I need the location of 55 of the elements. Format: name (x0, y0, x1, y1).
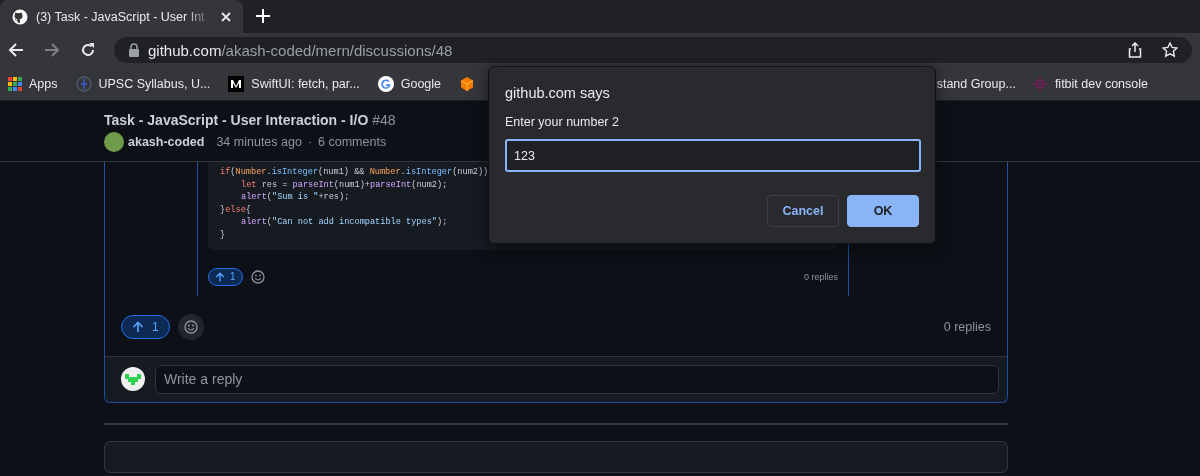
code-line: if(Number.isInteger(num1) && Number.isInteger(num2)) (220, 166, 489, 179)
bookmark-item[interactable]: UPSC Syllabus, U... (75, 75, 211, 92)
prompt-input[interactable]: 123 (505, 139, 921, 172)
reply-count[interactable]: 0 replies (943, 319, 991, 334)
identicon-avatar (121, 367, 145, 392)
code-line: let res = parseInt(num1)+parseInt(num2); (241, 178, 448, 192)
discussion-title: Task - JavaScript - User Interaction - I/O #48 (104, 112, 396, 128)
new-tab-icon[interactable] (256, 9, 270, 23)
lock-icon (128, 43, 140, 57)
reply-count[interactable]: 0 replies (803, 271, 838, 282)
letter-m-icon (228, 75, 245, 92)
close-icon[interactable] (220, 10, 232, 23)
back-arrow-icon[interactable] (8, 42, 24, 58)
bookmark-item[interactable]: SwiftUI: fetch, par... (228, 75, 360, 92)
dialog-message: Enter your number 2 (505, 115, 620, 129)
dots-icon (1031, 75, 1048, 92)
emoji-button[interactable] (177, 313, 204, 340)
reply-field[interactable]: Write a reply (155, 364, 999, 394)
comment-count: 6 comments (318, 135, 387, 149)
up-arrow-icon (215, 271, 225, 282)
url-text: github.com/akash-coded/mern/discussions/48 (148, 41, 453, 59)
github-logo-icon (12, 8, 28, 25)
up-arrow-icon (132, 320, 144, 333)
code-line: } (220, 228, 226, 242)
grid-icon (8, 76, 22, 91)
tab-title: (3) Task - JavaScript - User Int (36, 9, 206, 24)
reload-icon[interactable] (80, 42, 96, 58)
dialog-title: github.com says (505, 85, 611, 101)
cube-icon (459, 75, 476, 92)
bookmark-item[interactable]: Google (377, 75, 442, 92)
forward-arrow-icon[interactable] (44, 42, 60, 58)
bookmark-item[interactable]: Apps (8, 76, 58, 91)
emoji-button[interactable] (248, 267, 267, 286)
star-icon[interactable] (1162, 42, 1178, 58)
author-link[interactable]: akash-coded (128, 135, 205, 149)
bookmark-item[interactable]: stand Group... (936, 75, 1016, 92)
separator-dot: · (307, 135, 313, 149)
upvote-button[interactable]: 1 (121, 314, 170, 339)
g-logo-icon (377, 75, 394, 92)
emblem-icon (75, 75, 92, 92)
timestamp: 34 minutes ago (216, 135, 302, 149)
upvote-button[interactable]: 1 (208, 267, 243, 286)
share-icon[interactable] (1128, 42, 1142, 58)
smiley-icon (250, 269, 265, 284)
code-line: }else{ (220, 203, 251, 217)
avatar[interactable] (104, 132, 124, 152)
browser-tab[interactable]: (3) Task - JavaScript - User Int (0, 0, 243, 33)
bookmark-item[interactable] (459, 75, 476, 92)
smiley-icon (183, 319, 198, 334)
bookmark-item[interactable]: fitbit dev console (1031, 75, 1148, 92)
code-line: alert("Can not add incompatible types"); (241, 216, 448, 229)
ok-button[interactable]: OK (847, 195, 919, 227)
address-bar[interactable]: github.com/akash-coded/mern/discussions/48 (114, 37, 1192, 63)
code-line: alert("Sum is "+res); (241, 191, 350, 204)
cancel-button[interactable]: Cancel (767, 195, 839, 227)
